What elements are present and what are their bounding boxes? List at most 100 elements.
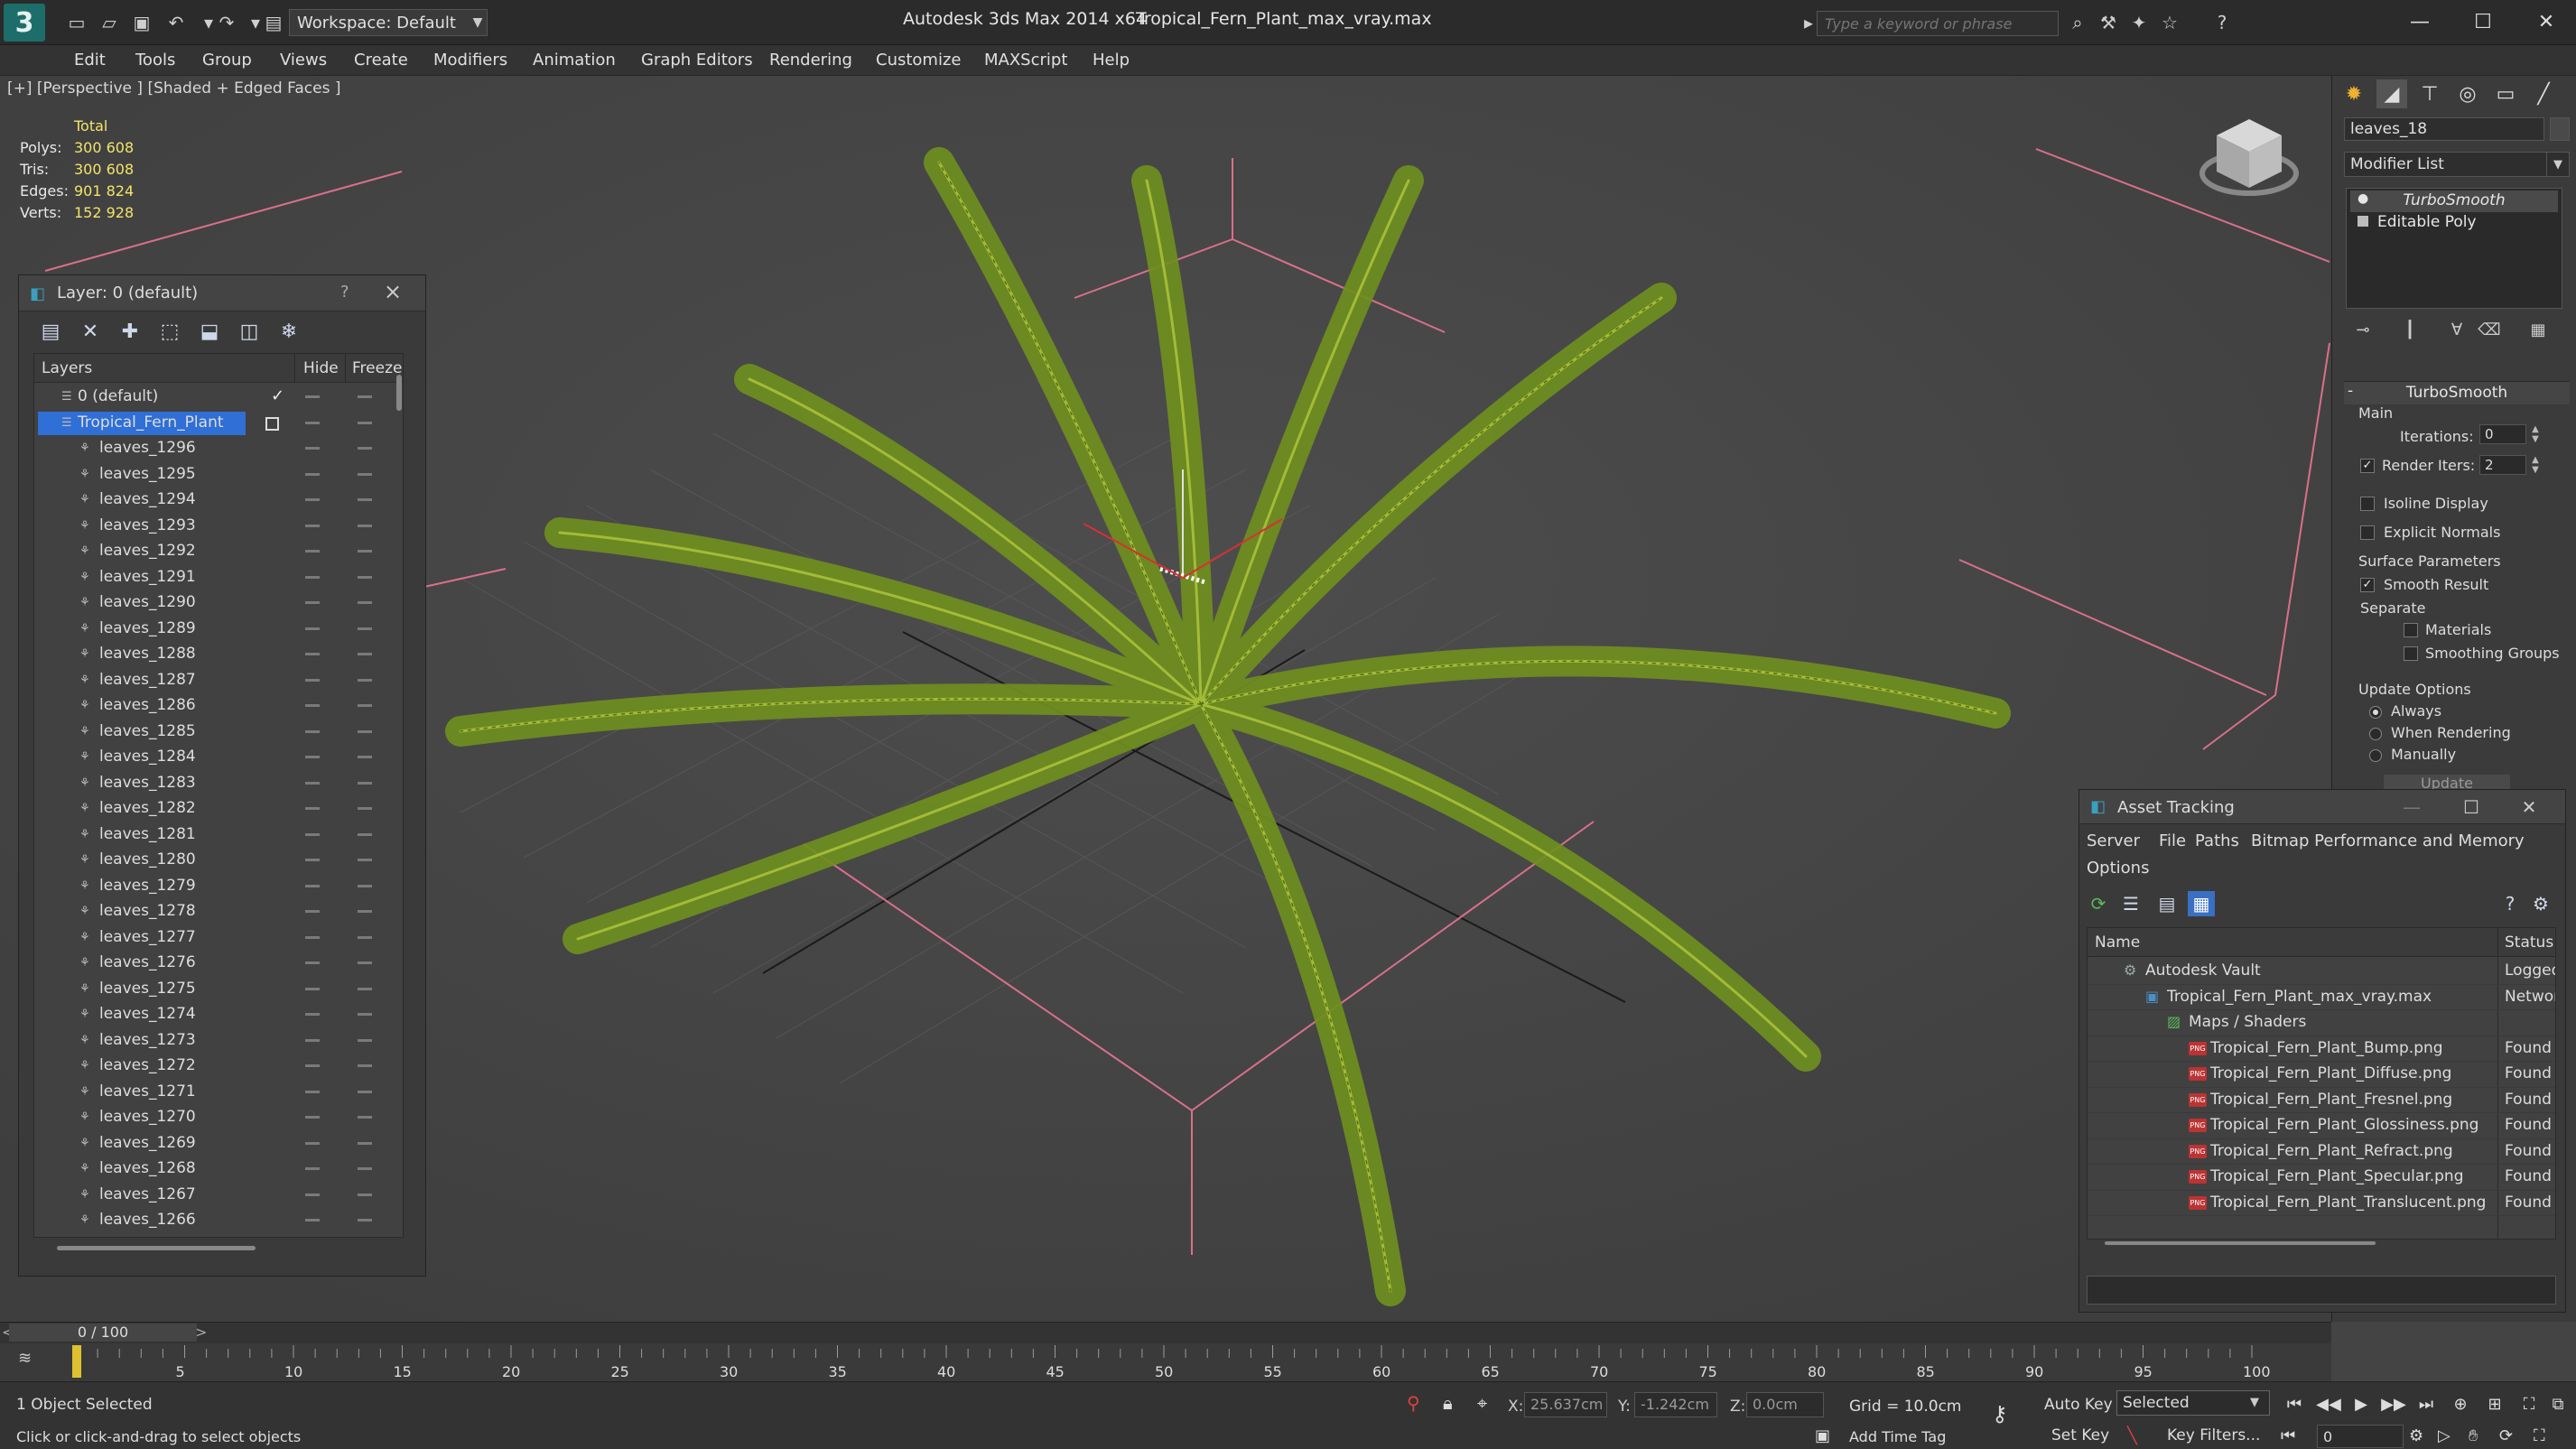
asset-row[interactable]: PNG Tropical_Fern_Plant_Bump.png Found: [2088, 1036, 2555, 1062]
freeze-toggle[interactable]: [358, 832, 372, 836]
menu-rendering[interactable]: Rendering: [769, 51, 852, 70]
time-config-icon[interactable]: ⚙: [2409, 1426, 2423, 1445]
asset-close-icon[interactable]: ✕: [2511, 794, 2547, 821]
subscription-icon[interactable]: ⚒: [2097, 11, 2120, 34]
layer-row[interactable]: ⚘ leaves_1295: [34, 462, 403, 488]
hide-toggle[interactable]: [305, 1064, 320, 1067]
hide-toggle[interactable]: [305, 859, 320, 861]
mini-curve-editor-icon[interactable]: ≋: [18, 1349, 40, 1370]
hide-toggle[interactable]: [305, 807, 320, 810]
absolute-mode-icon[interactable]: ⌖: [1477, 1392, 1487, 1414]
freeze-toggle[interactable]: [358, 807, 372, 810]
layer-row[interactable]: ⚘ leaves_1281: [34, 822, 403, 849]
asset-row[interactable]: PNG Tropical_Fern_Plant_Diffuse.png Found: [2088, 1062, 2555, 1088]
freeze-toggle[interactable]: [358, 550, 372, 553]
freeze-toggle[interactable]: [358, 910, 372, 913]
search-input[interactable]: [1817, 11, 2059, 36]
freeze-toggle[interactable]: [358, 704, 372, 707]
isolate-selection-icon[interactable]: ⚲: [1407, 1392, 1420, 1414]
layer-row[interactable]: ⚘ leaves_1273: [34, 1028, 403, 1054]
menu-create[interactable]: Create: [354, 51, 408, 70]
freeze-toggle[interactable]: [358, 859, 372, 861]
selection-lock-icon[interactable]: 🔒︎: [1443, 1392, 1453, 1414]
freeze-toggle[interactable]: [358, 395, 372, 398]
asset-row[interactable]: PNG Tropical_Fern_Plant_Specular.png Found: [2088, 1165, 2555, 1191]
freeze-toggle[interactable]: [358, 678, 372, 682]
asset-menu-options[interactable]: Options: [2087, 859, 2149, 878]
column-status[interactable]: Status: [2505, 933, 2553, 952]
asset-row[interactable]: ▣ Tropical_Fern_Plant_max_vray.max Network: [2088, 985, 2555, 1010]
project-folder-icon[interactable]: ▤: [262, 11, 285, 34]
open-file-icon[interactable]: ▱: [98, 11, 121, 34]
save-icon[interactable]: ▣: [130, 11, 153, 34]
auto-key-button[interactable]: Auto Key: [2044, 1396, 2113, 1414]
hide-toggle[interactable]: [305, 1193, 320, 1196]
pan-view-icon[interactable]: ✋︎: [2469, 1426, 2478, 1445]
menu-maxscript[interactable]: MAXScript: [984, 51, 1067, 70]
asset-row[interactable]: PNG Tropical_Fern_Plant_Refract.png Found: [2088, 1139, 2555, 1165]
new-file-icon[interactable]: ▭: [65, 11, 88, 34]
hide-toggle[interactable]: [305, 472, 320, 476]
hide-toggle[interactable]: [305, 498, 320, 501]
layer-row[interactable]: ⚘ leaves_1284: [34, 745, 403, 771]
menu-edit[interactable]: Edit: [74, 51, 106, 70]
hide-toggle[interactable]: [305, 1038, 320, 1042]
frame-indicator[interactable]: 0 / 100: [9, 1324, 197, 1342]
asset-dialog-titlebar[interactable]: ◧ Asset Tracking — ☐ ✕: [2079, 790, 2565, 824]
when-rendering-radio[interactable]: [2369, 728, 2382, 740]
hide-toggle[interactable]: [305, 704, 320, 707]
asset-menu-server[interactable]: Server: [2087, 831, 2140, 850]
hide-toggle[interactable]: [305, 575, 320, 579]
hide-toggle[interactable]: [305, 884, 320, 887]
next-frame-icon[interactable]: ▶▶: [2380, 1392, 2407, 1416]
always-radio[interactable]: [2369, 706, 2382, 719]
make-unique-icon[interactable]: ∀: [2443, 318, 2470, 341]
hide-toggle[interactable]: [305, 987, 320, 990]
materials-checkbox[interactable]: [2404, 623, 2418, 637]
zoom-all-icon[interactable]: ⊞: [2481, 1392, 2508, 1416]
layer-row[interactable]: ⚘ leaves_1266: [34, 1208, 403, 1234]
freeze-toggle[interactable]: [358, 1064, 372, 1067]
smooth-result-checkbox[interactable]: ✓: [2360, 578, 2375, 592]
column-freeze[interactable]: Freeze: [352, 359, 402, 377]
close-icon[interactable]: ✕: [2519, 5, 2573, 38]
key-mode-icon[interactable]: ⚷: [1992, 1401, 2008, 1426]
freeze-toggle[interactable]: [358, 524, 372, 527]
time-slider[interactable]: < >: [0, 1322, 2331, 1343]
column-layers[interactable]: Layers: [42, 359, 92, 377]
freeze-toggle[interactable]: [358, 1013, 372, 1016]
freeze-toggle[interactable]: [358, 781, 372, 785]
iterations-spinner-arrows-icon[interactable]: ▲ ▼: [2528, 424, 2543, 444]
add-to-layer-icon[interactable]: ✚: [116, 319, 144, 344]
hide-toggle[interactable]: [305, 756, 320, 758]
object-color-swatch[interactable]: [2550, 117, 2570, 141]
hide-toggle[interactable]: [305, 1116, 320, 1119]
viewport-label[interactable]: [+] [Perspective ] [Shaded + Edged Faces…: [7, 79, 340, 98]
go-to-end-icon[interactable]: ⏭: [2413, 1392, 2440, 1416]
app-logo-icon[interactable]: 3: [4, 4, 45, 42]
layer-close-icon[interactable]: ×: [384, 279, 402, 304]
freeze-toggle[interactable]: [358, 756, 372, 758]
hide-toggle[interactable]: [305, 1167, 320, 1170]
hide-toggle[interactable]: [305, 1141, 320, 1145]
menu-tools[interactable]: Tools: [135, 51, 175, 70]
freeze-toggle[interactable]: [358, 1090, 372, 1093]
y-coordinate-field[interactable]: -1.242cm: [1634, 1392, 1717, 1417]
x-coordinate-field[interactable]: 25.637cm: [1524, 1392, 1607, 1417]
help-icon[interactable]: ?: [2210, 11, 2234, 34]
asset-menu-file[interactable]: File: [2159, 831, 2186, 850]
zoom-extents-icon[interactable]: ⛶: [2516, 1392, 2543, 1416]
modifier-list-select[interactable]: Modifier List: [2344, 152, 2562, 177]
freeze-toggle[interactable]: [358, 447, 372, 450]
utilities-tab-icon[interactable]: ╱: [2528, 79, 2559, 108]
hide-toggle[interactable]: [305, 1219, 320, 1221]
hide-toggle[interactable]: [305, 832, 320, 836]
maximize-viewport-icon[interactable]: ⛶: [2534, 1426, 2545, 1445]
set-key-button[interactable]: Set Key: [2051, 1426, 2109, 1444]
freeze-toggle[interactable]: [358, 1116, 372, 1119]
show-end-result-icon[interactable]: ┃: [2396, 318, 2423, 341]
freeze-toggle[interactable]: [358, 627, 372, 630]
freeze-toggle[interactable]: [358, 1141, 372, 1145]
freeze-all-layers-icon[interactable]: ❄: [275, 319, 302, 344]
menu-animation[interactable]: Animation: [533, 51, 616, 70]
